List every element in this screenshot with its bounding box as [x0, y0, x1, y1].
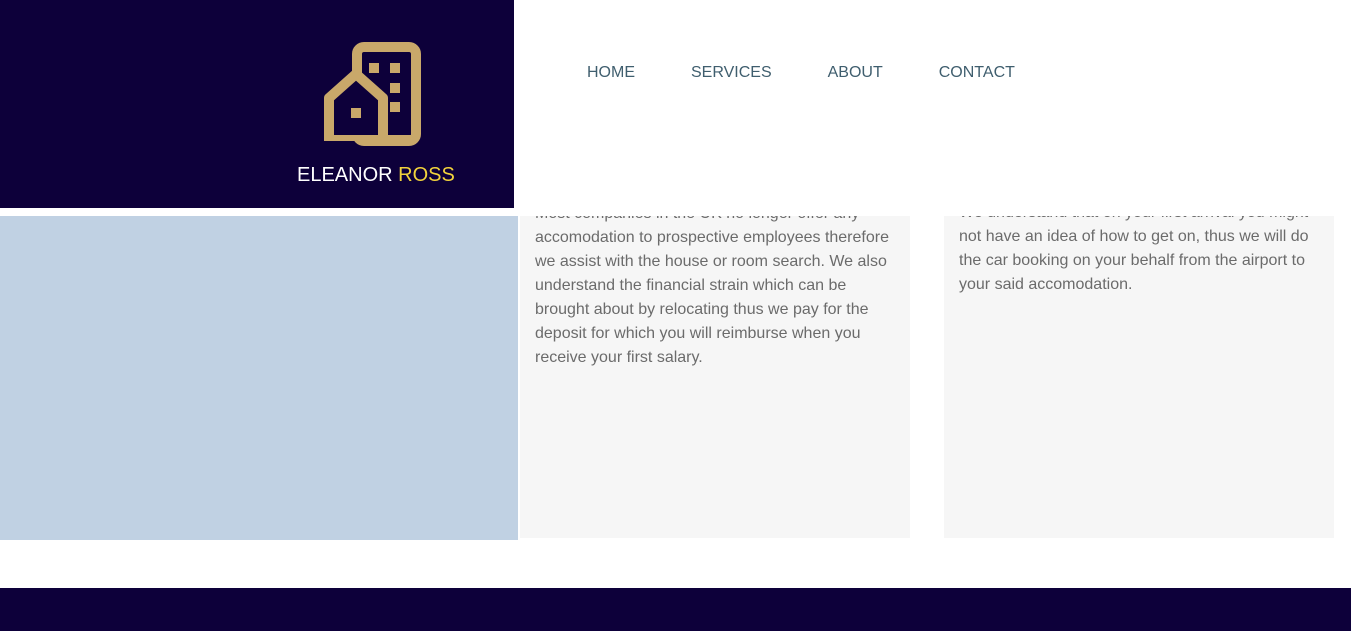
nav-services[interactable]: SERVICES [691, 64, 772, 82]
brand-name: ELEANOR ROSS [297, 163, 455, 187]
image-panel [0, 216, 518, 540]
service-card-accommodation: Most companies in the UK no longer offer… [520, 216, 910, 538]
site-header: ELEANOR ROSS HOME SERVICES ABOUT CONTACT [0, 0, 1351, 208]
brand-first-name: ELEANOR [297, 164, 393, 186]
page: Most companies in the UK no longer offer… [0, 0, 1351, 631]
site-footer [0, 588, 1351, 631]
service-card-transport: We understand that on your first arrival… [944, 216, 1334, 538]
nav-contact[interactable]: CONTACT [939, 64, 1015, 82]
service-card-text: We understand that on your first arrival… [959, 216, 1309, 293]
brand-last-name: ROSS [398, 164, 455, 186]
main-nav: HOME SERVICES ABOUT CONTACT [587, 64, 1015, 82]
building-house-icon [324, 42, 421, 146]
service-card-text: Most companies in the UK no longer offer… [535, 216, 889, 366]
nav-home[interactable]: HOME [587, 64, 635, 82]
logo-block[interactable]: ELEANOR ROSS [0, 0, 514, 208]
nav-about[interactable]: ABOUT [828, 64, 883, 82]
